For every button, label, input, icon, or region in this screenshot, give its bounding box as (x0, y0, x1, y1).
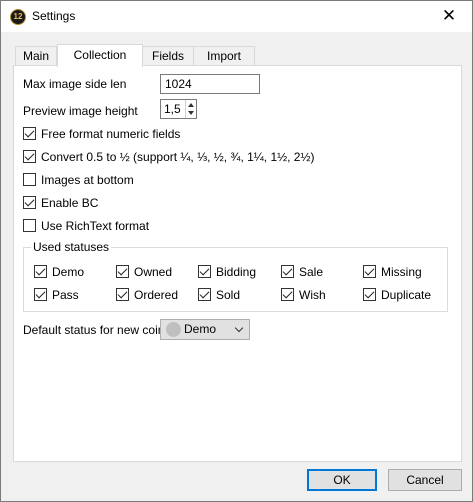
default-status-value: Demo (184, 322, 217, 336)
checkbox[interactable] (23, 219, 36, 232)
spin-up-icon[interactable] (188, 103, 194, 107)
checkbox-label: Sold (216, 288, 241, 302)
default-status-select[interactable]: Demo (160, 319, 250, 340)
checkbox-label: Pass (52, 288, 79, 302)
default-status-label: Default status for new coin (23, 323, 165, 337)
checkbox[interactable] (116, 288, 129, 301)
tab-main[interactable]: Main (15, 46, 57, 66)
checkbox-label: Bidding (216, 265, 257, 279)
checkbox-label: Convert 0.5 to ½ (support ¼, ⅓, ½, ¾, 1¼… (41, 150, 315, 164)
tab-collection[interactable]: Collection (57, 44, 143, 67)
checkbox[interactable] (281, 288, 294, 301)
used-statuses-title: Used statuses (31, 240, 112, 254)
spin-arrows[interactable] (185, 100, 196, 118)
checkbox[interactable] (23, 196, 36, 209)
checkbox[interactable] (281, 265, 294, 278)
checkbox-label: Demo (52, 265, 85, 279)
checkbox[interactable] (23, 173, 36, 186)
ok-button[interactable]: OK (307, 469, 377, 491)
checkbox[interactable] (363, 288, 376, 301)
checkbox[interactable] (116, 265, 129, 278)
preview-height-value: 1,5 (164, 102, 181, 116)
checkbox[interactable] (198, 288, 211, 301)
checkbox-label: Use RichText format (41, 219, 150, 233)
preview-height-label: Preview image height (23, 104, 138, 118)
settings-dialog: 12 Settings ✕ Main Collection Fields Imp… (0, 0, 473, 502)
checkbox-label: Free format numeric fields (41, 127, 181, 141)
checkbox[interactable] (363, 265, 376, 278)
title-bar[interactable]: 12 Settings ✕ (1, 1, 472, 32)
checkbox-label: Sale (299, 265, 324, 279)
spin-down-icon[interactable] (188, 111, 194, 115)
checkbox-label: Enable BC (41, 196, 99, 210)
checkbox[interactable] (23, 150, 36, 163)
status-color-dot (166, 322, 181, 337)
checkbox-label: Ordered (134, 288, 179, 302)
checkbox[interactable] (23, 127, 36, 140)
checkbox-label: Images at bottom (41, 173, 134, 187)
checkbox-label: Duplicate (381, 288, 432, 302)
checkbox-label: Wish (299, 288, 326, 302)
max-image-input[interactable]: 1024 (160, 74, 260, 94)
checkbox[interactable] (198, 265, 211, 278)
checkbox-label: Missing (381, 265, 422, 279)
checkbox[interactable] (34, 265, 47, 278)
checkbox[interactable] (34, 288, 47, 301)
checkbox-label: Owned (134, 265, 173, 279)
preview-height-spinbox[interactable]: 1,5 (160, 99, 197, 119)
chevron-down-icon (234, 323, 244, 333)
tab-fields[interactable]: Fields (142, 46, 194, 66)
tab-import[interactable]: Import (193, 46, 255, 66)
coin-app-icon: 12 (10, 9, 26, 25)
close-button[interactable]: ✕ (426, 1, 472, 32)
window-title: Settings (32, 9, 76, 23)
max-image-label: Max image side len (23, 77, 127, 91)
cancel-button[interactable]: Cancel (388, 469, 462, 491)
